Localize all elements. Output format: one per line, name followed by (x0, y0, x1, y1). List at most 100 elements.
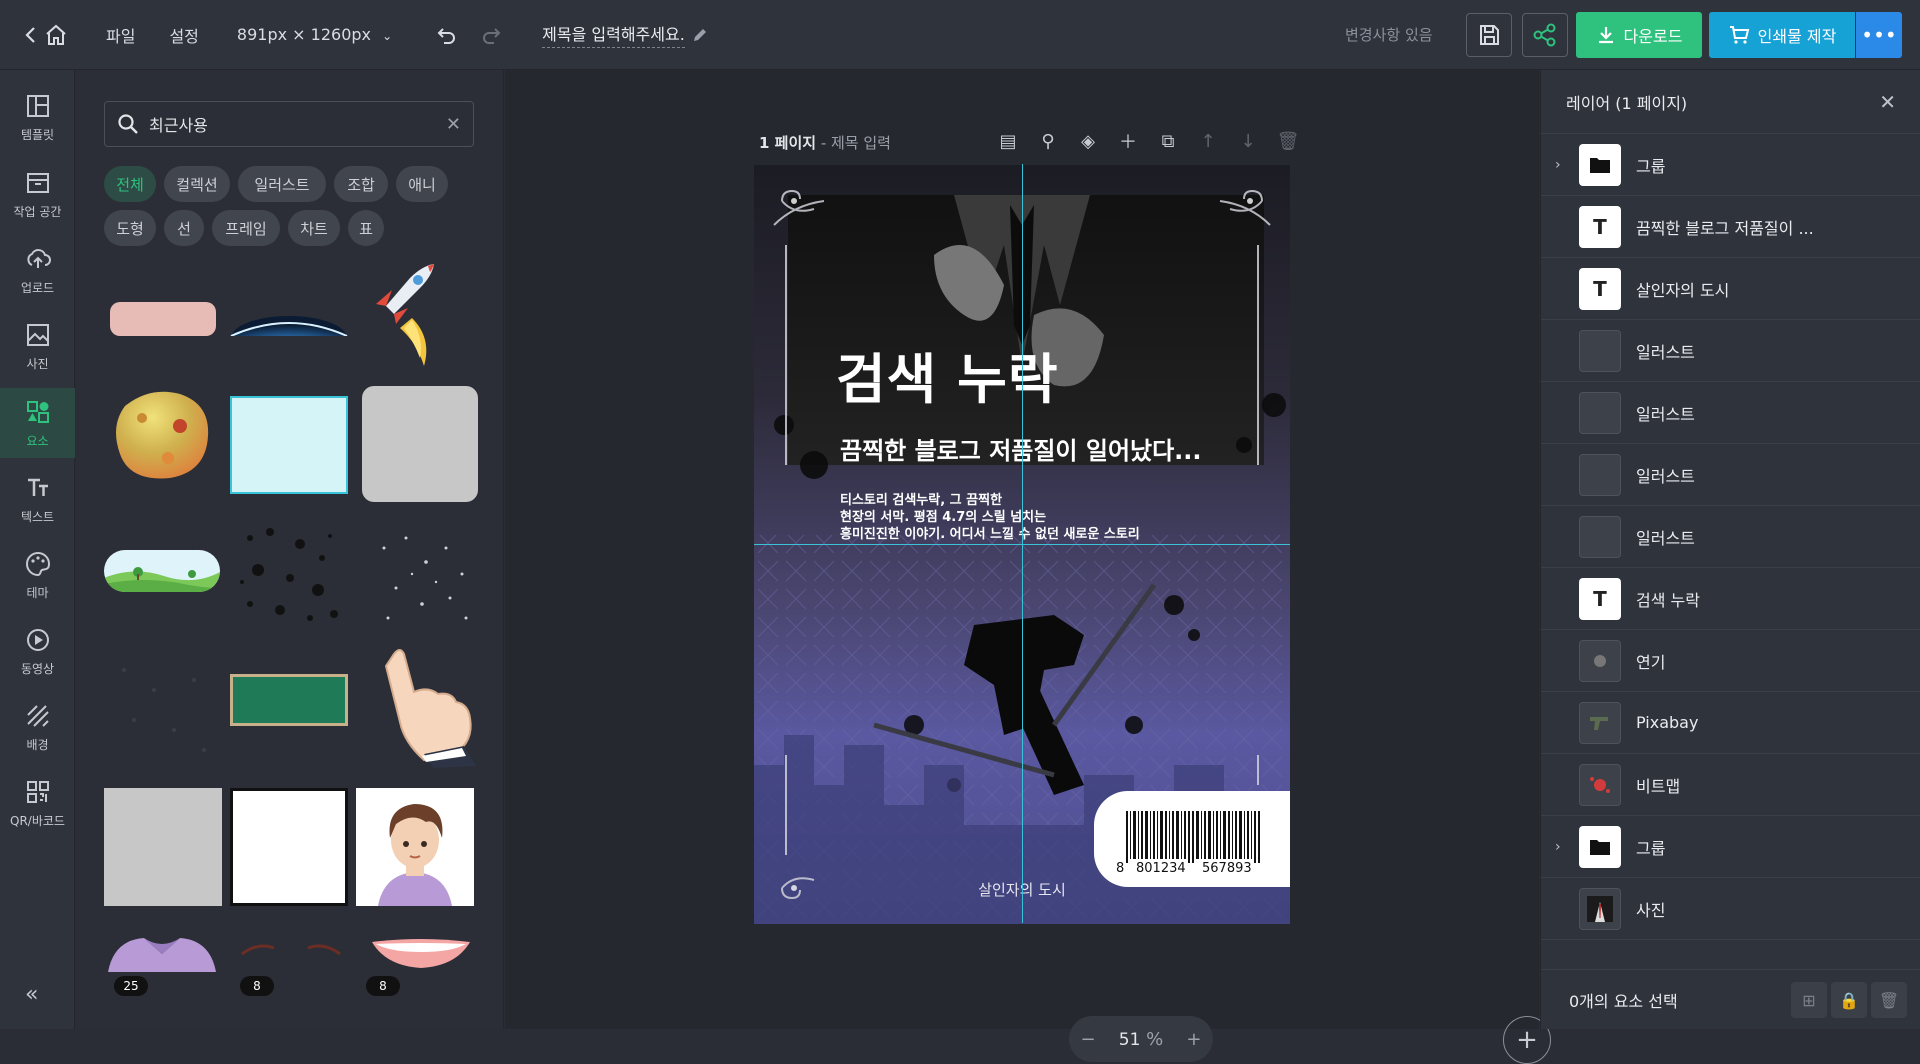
tool-elements[interactable]: 요소 (0, 388, 75, 458)
page-up-icon[interactable]: ↑ (1197, 130, 1219, 152)
center-guide-horizontal (754, 544, 1290, 545)
more-button[interactable]: ••• (1856, 12, 1902, 58)
tool-workspace[interactable]: 작업 공간 (0, 159, 75, 229)
text-layer-icon: T (1579, 577, 1621, 620)
close-icon[interactable]: ✕ (1879, 90, 1896, 114)
tool-qr[interactable]: QR/바코드 (0, 768, 75, 838)
page-delete-icon[interactable]: 🗑 (1277, 130, 1300, 152)
trash-icon[interactable]: 🗑 (1871, 982, 1907, 1018)
print-order-button[interactable]: 인쇄물 제작 (1709, 12, 1855, 58)
layer-row[interactable]: 일러스트 (1541, 444, 1920, 506)
tool-photo[interactable]: 사진 (0, 311, 75, 381)
layer-row[interactable]: 연기 (1541, 630, 1920, 692)
back-icon[interactable] (24, 25, 38, 45)
tool-workspace-label: 작업 공간 (13, 204, 62, 219)
group-icon[interactable]: ⊞ (1791, 982, 1827, 1018)
layer-row[interactable]: T 끔찍한 블로그 저품질이 ... (1541, 196, 1920, 258)
chip-chart[interactable]: 차트 (288, 210, 340, 246)
page-subtitle[interactable]: - 제목 입력 (816, 134, 891, 152)
element-black-splatter[interactable] (230, 518, 348, 636)
document-title[interactable]: 제목을 입력해주세요. (542, 21, 685, 48)
clear-search-icon[interactable]: ✕ (446, 114, 461, 135)
canvas-size-value: 891px × 1260px (236, 25, 371, 44)
element-lips[interactable] (366, 932, 476, 972)
undo-icon[interactable] (436, 24, 458, 46)
page-add-icon[interactable]: ＋ (1117, 130, 1139, 153)
download-button[interactable]: 다운로드 (1576, 12, 1702, 58)
collapse-sidebar-button[interactable]: « (25, 982, 38, 1007)
canvas-size-dropdown[interactable]: 891px × 1260px ⌄ (237, 25, 392, 44)
pencil-icon[interactable] (691, 26, 709, 44)
chip-line[interactable]: 선 (164, 210, 204, 246)
element-gray-rounded-square[interactable] (362, 386, 478, 502)
layer-row[interactable]: 일러스트 (1541, 382, 1920, 444)
element-rocket[interactable] (372, 258, 442, 368)
changes-status: 변경사항 있음 (1345, 26, 1433, 44)
lock-icon[interactable]: 🔒 (1831, 982, 1867, 1018)
chip-combo[interactable]: 조합 (334, 166, 388, 202)
redo-icon[interactable] (480, 24, 502, 46)
menu-file[interactable]: 파일 (106, 23, 135, 47)
layer-row[interactable]: T 살인자의 도시 (1541, 258, 1920, 320)
chip-shape[interactable]: 도형 (104, 210, 156, 246)
element-pointing-hand[interactable] (364, 642, 482, 768)
menu-settings[interactable]: 설정 (169, 23, 198, 47)
element-purple-hoodie[interactable] (104, 932, 220, 982)
chip-illust[interactable]: 일러스트 (238, 166, 326, 202)
chip-anime[interactable]: 애니 (396, 166, 448, 202)
layer-row[interactable]: 일러스트 (1541, 320, 1920, 382)
chip-table[interactable]: 표 (348, 210, 384, 246)
tool-upload[interactable]: 업로드 (0, 235, 75, 305)
share-button[interactable] (1522, 13, 1568, 57)
poster-body[interactable]: 티스토리 검색누락, 그 끔찍한 현장의 서막. 평점 4.7의 스릴 넘치는 … (840, 492, 1140, 543)
element-white-square[interactable] (230, 788, 348, 906)
tool-theme[interactable]: 테마 (0, 540, 75, 610)
chip-collection[interactable]: 컬렉션 (164, 166, 230, 202)
layer-row[interactable]: T 검색 누락 (1541, 568, 1920, 630)
layer-row[interactable]: 일러스트 (1541, 506, 1920, 568)
barcode-box[interactable]: 8 801234 567893 (1094, 791, 1290, 887)
element-chalkboard[interactable] (230, 674, 348, 726)
chevron-right-icon[interactable]: › (1555, 157, 1561, 173)
more-dots-icon: ••• (1861, 23, 1897, 47)
poster-title[interactable]: 검색 누락 (836, 335, 1059, 414)
zoom-in-button[interactable]: + (1186, 1029, 1201, 1050)
element-pink-rounded-rect[interactable] (110, 302, 216, 336)
element-anime-boy[interactable] (356, 788, 474, 906)
tool-background[interactable]: 배경 (0, 692, 75, 762)
tool-qr-label: QR/바코드 (10, 813, 65, 828)
page-note-icon[interactable]: ▤ (997, 130, 1019, 152)
search-input[interactable] (149, 114, 436, 134)
zoom-out-button[interactable]: − (1081, 1029, 1096, 1050)
element-dark-grain[interactable] (104, 650, 222, 768)
layer-row[interactable]: › 그룹 (1541, 134, 1920, 196)
element-gray-square[interactable] (104, 788, 222, 906)
element-lightcyan-rect[interactable] (230, 396, 348, 494)
tool-video[interactable]: 동영상 (0, 616, 75, 686)
page-fill-icon[interactable]: ◈ (1077, 130, 1099, 152)
text-layer-icon: T (1579, 205, 1621, 248)
save-button[interactable] (1466, 13, 1512, 57)
chip-frame[interactable]: 프레임 (212, 210, 280, 246)
zoom-value[interactable]: 51 (1119, 1030, 1141, 1050)
ornament-thumb-icon (1579, 329, 1621, 372)
layer-row[interactable]: 비트맵 (1541, 754, 1920, 816)
page-down-icon[interactable]: ↓ (1237, 130, 1259, 152)
element-3d-blob[interactable] (110, 386, 216, 482)
qr-icon (26, 780, 49, 803)
tool-template[interactable]: 템플릿 (0, 82, 75, 152)
layer-row[interactable]: Pixabay (1541, 692, 1920, 754)
layer-row[interactable]: › 그룹 (1541, 816, 1920, 878)
home-icon[interactable] (44, 23, 68, 47)
poster-subtitle[interactable]: 끔찍한 블로그 저품질이 일어났다... (840, 431, 1202, 466)
tool-text[interactable]: 텍스트 (0, 464, 75, 534)
page-style-icon[interactable]: ⚲ (1037, 130, 1059, 152)
element-earth-horizon[interactable] (230, 306, 348, 360)
element-eyebrows[interactable] (236, 936, 346, 960)
layer-row[interactable]: 사진 (1541, 878, 1920, 940)
page-copy-icon[interactable]: ⧉ (1157, 130, 1179, 152)
chip-all[interactable]: 전체 (104, 166, 156, 202)
element-white-speckles[interactable] (366, 518, 484, 636)
chevron-right-icon[interactable]: › (1555, 839, 1561, 855)
element-landscape-pill[interactable] (104, 550, 220, 592)
